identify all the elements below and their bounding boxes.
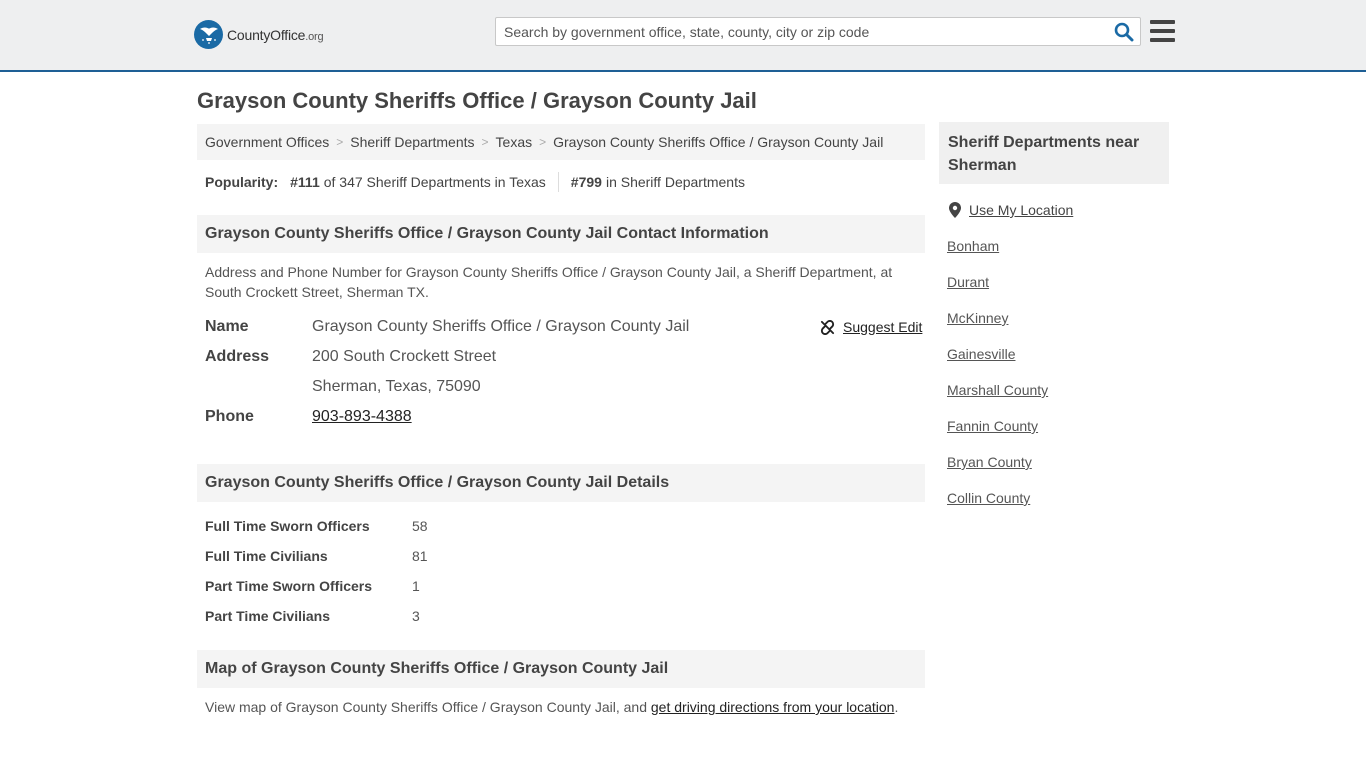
name-label: Name <box>205 318 249 335</box>
map-description: View map of Grayson County Sheriffs Offi… <box>205 697 915 717</box>
national-rank: #799 <box>570 173 602 190</box>
site-header: CountyOffice.org <box>0 0 1366 72</box>
eagle-logo-icon <box>194 20 223 49</box>
phone-value: 903-893-4388 <box>312 408 412 426</box>
site-logo[interactable]: CountyOffice.org <box>194 20 324 49</box>
search-bar <box>495 17 1141 46</box>
breadcrumb-sheriff-departments[interactable]: Sheriff Departments <box>350 134 474 150</box>
contact-description: Address and Phone Number for Grayson Cou… <box>205 264 893 300</box>
menu-icon-bar <box>1150 38 1175 42</box>
sidebar-link-gainesville[interactable]: Gainesville <box>947 346 1015 362</box>
chevron-right-icon: > <box>336 135 344 149</box>
detail-label: Full Time Civilians <box>205 548 328 564</box>
state-rank-text: of 347 Sheriff Departments in Texas <box>323 173 546 190</box>
sidebar-link-marshall-county[interactable]: Marshall County <box>947 382 1048 398</box>
detail-label: Part Time Civilians <box>205 608 331 624</box>
address-line1: 200 South Crockett Street <box>312 348 497 365</box>
chevron-right-icon: > <box>481 135 489 149</box>
suggest-edit[interactable]: Suggest Edit <box>820 319 922 335</box>
detail-label: Part Time Sworn Officers <box>205 578 373 594</box>
logo-text: CountyOffice.org <box>227 26 324 43</box>
address-label: Address <box>205 348 270 365</box>
sidebar-link-durant[interactable]: Durant <box>947 274 989 290</box>
menu-icon-bar <box>1150 20 1175 24</box>
use-my-location[interactable]: Use My Location <box>949 202 1073 218</box>
sidebar-link-collin-county[interactable]: Collin County <box>947 490 1030 506</box>
phone-label: Phone <box>205 408 254 425</box>
chevron-right-icon: > <box>539 135 547 149</box>
national-rank-text: in Sheriff Departments <box>605 173 745 190</box>
search-button[interactable] <box>1114 22 1134 42</box>
use-my-location-link[interactable]: Use My Location <box>969 202 1073 218</box>
detail-label: Full Time Sworn Officers <box>205 518 370 534</box>
detail-value: 58 <box>412 518 428 534</box>
state-rank: #111 <box>290 173 320 190</box>
driving-directions-link[interactable]: get driving directions from your locatio… <box>651 699 895 715</box>
sidebar-link-fannin-county[interactable]: Fannin County <box>947 418 1038 434</box>
contact-heading: Grayson County Sheriffs Office / Grayson… <box>197 215 925 253</box>
broken-link-icon <box>820 319 835 335</box>
phone-link[interactable]: 903-893-4388 <box>312 408 412 425</box>
search-input[interactable] <box>496 18 1106 45</box>
address-line2: Sherman, Texas, 75090 <box>312 378 481 395</box>
breadcrumb-texas[interactable]: Texas <box>496 134 533 150</box>
breadcrumb-government-offices[interactable]: Government Offices <box>205 134 329 150</box>
popularity-label: Popularity: <box>205 173 279 190</box>
divider <box>557 171 559 192</box>
sidebar-heading: Sheriff Departments near Sherman <box>939 122 1169 184</box>
detail-value: 1 <box>412 578 420 594</box>
details-heading: Grayson County Sheriffs Office / Grayson… <box>197 464 925 502</box>
breadcrumb-current: Grayson County Sheriffs Office / Grayson… <box>553 134 884 150</box>
hamburger-menu-button[interactable] <box>1150 20 1175 42</box>
page-title: Grayson County Sheriffs Office / Grayson… <box>197 88 757 113</box>
search-icon <box>1114 22 1134 42</box>
popularity-bar: Popularity: #111 of 347 Sheriff Departme… <box>205 171 745 192</box>
suggest-edit-link[interactable]: Suggest Edit <box>843 319 922 335</box>
detail-value: 3 <box>412 608 420 624</box>
breadcrumb: Government Offices > Sheriff Departments… <box>197 124 925 160</box>
sidebar-link-bonham[interactable]: Bonham <box>947 238 999 254</box>
detail-value: 81 <box>412 548 428 564</box>
sidebar-link-bryan-county[interactable]: Bryan County <box>947 454 1032 470</box>
map-heading: Map of Grayson County Sheriffs Office / … <box>197 650 925 688</box>
sidebar-link-mckinney[interactable]: McKinney <box>947 310 1008 326</box>
map-text: View map of Grayson County Sheriffs Offi… <box>205 699 647 715</box>
name-value: Grayson County Sheriffs Office / Grayson… <box>312 318 690 335</box>
map-text-end: . <box>894 699 899 715</box>
map-pin-icon <box>949 202 961 218</box>
menu-icon-bar <box>1150 29 1175 33</box>
